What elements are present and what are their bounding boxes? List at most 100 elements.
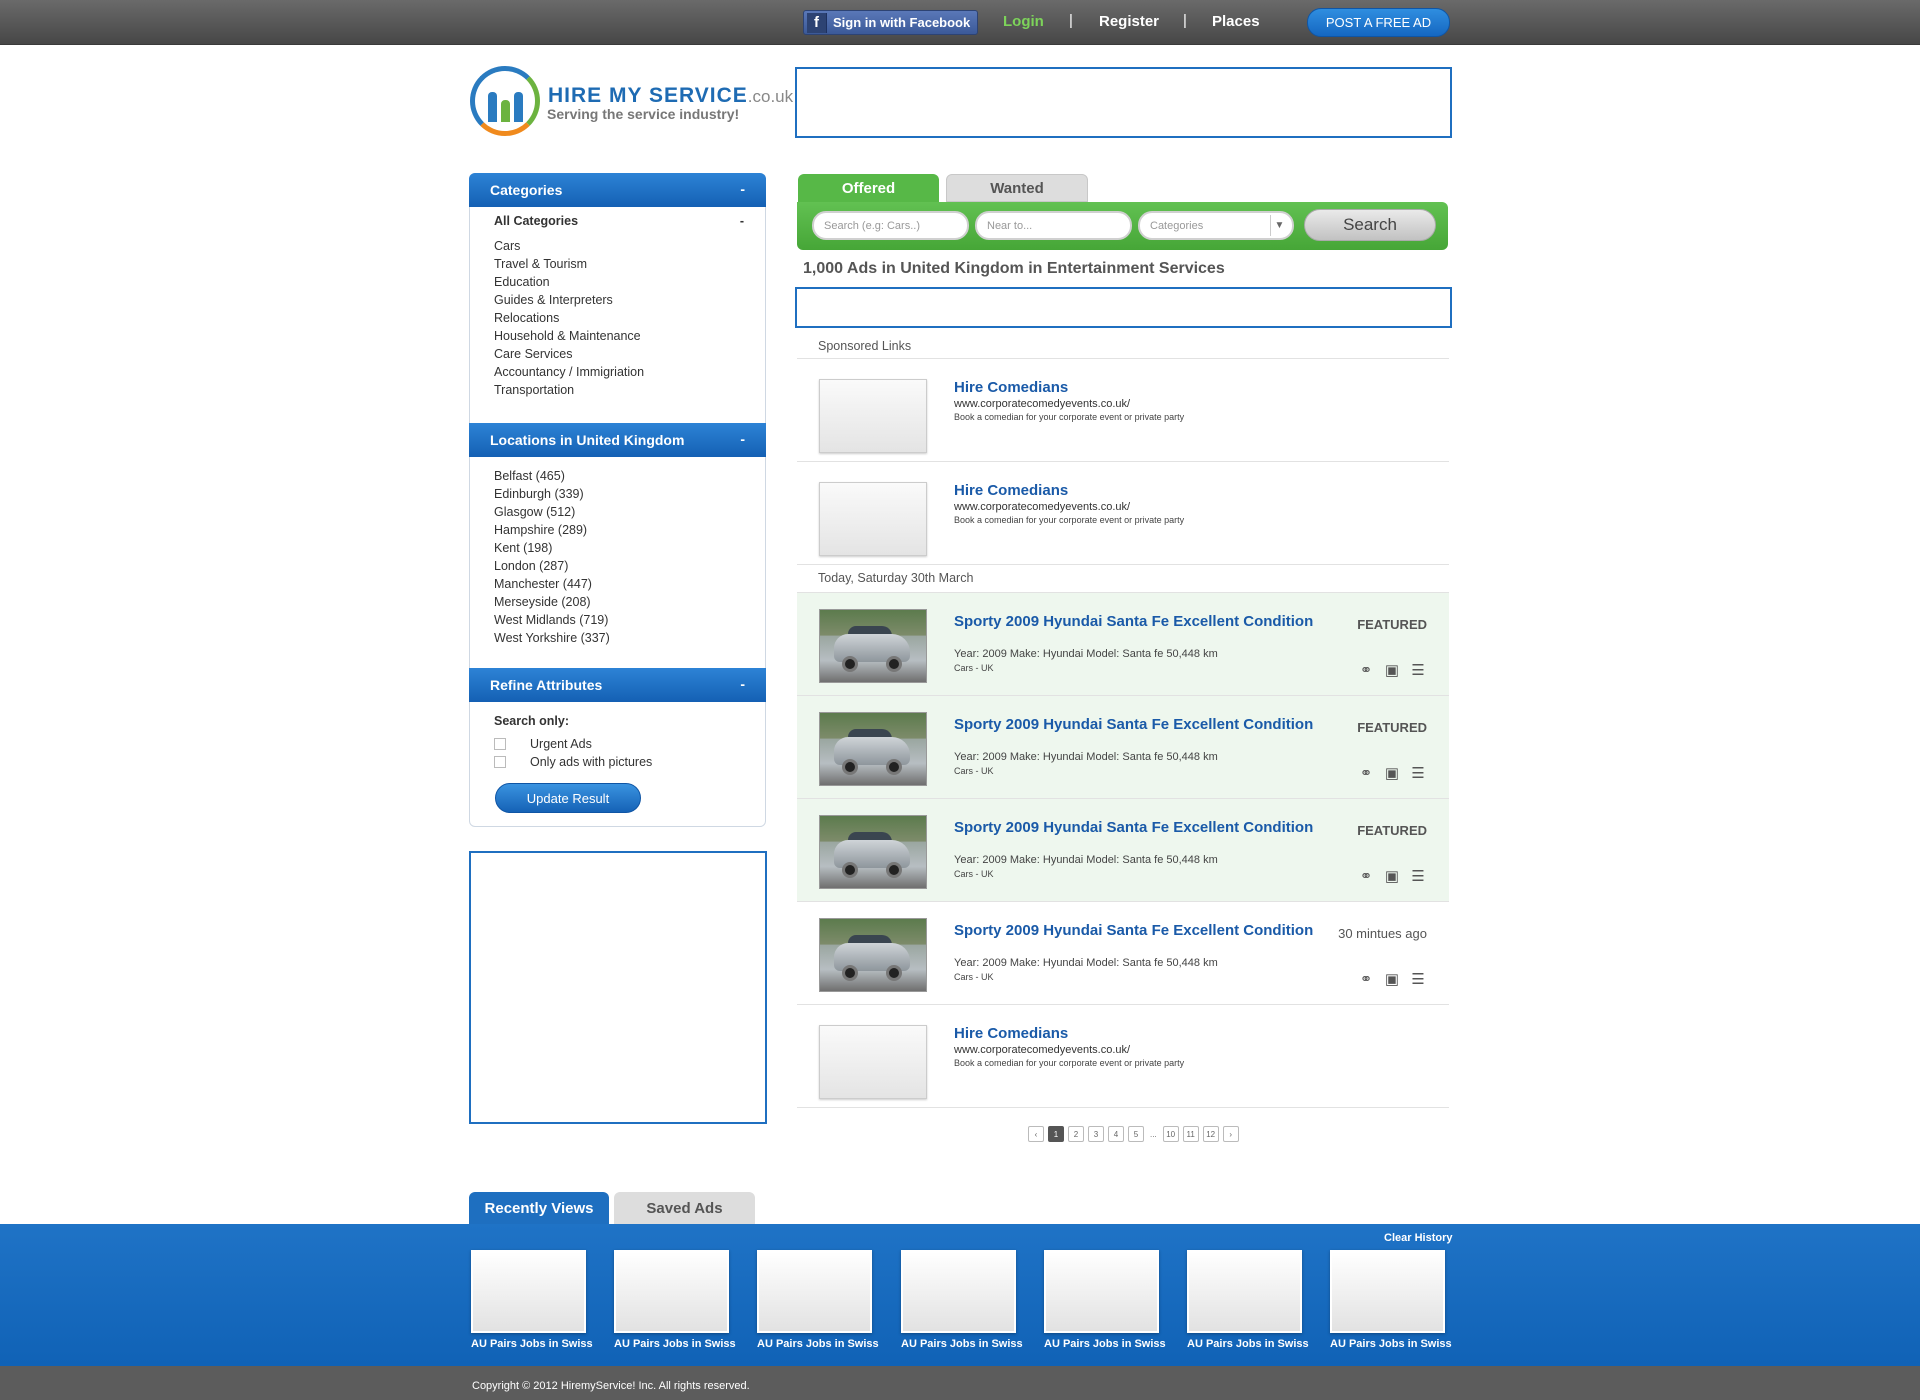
- recent-item[interactable]: AU Pairs Jobs in Swiss: [757, 1250, 879, 1350]
- recent-item-label[interactable]: AU Pairs Jobs in Swiss: [1044, 1338, 1166, 1350]
- recent-thumbnail[interactable]: [614, 1250, 729, 1333]
- login-link[interactable]: Login: [1003, 13, 1044, 30]
- save-icon[interactable]: ▣: [1383, 764, 1401, 782]
- car-thumbnail[interactable]: [819, 918, 927, 992]
- share-icon[interactable]: ⚭: [1357, 970, 1375, 988]
- recent-item-label[interactable]: AU Pairs Jobs in Swiss: [1187, 1338, 1309, 1350]
- near-to-input[interactable]: Near to...: [975, 211, 1132, 240]
- ad-thumbnail[interactable]: [819, 1025, 927, 1099]
- car-thumbnail[interactable]: [819, 712, 927, 786]
- site-logo[interactable]: HIRE MY SERVICE.co.uk Serving the servic…: [470, 66, 793, 138]
- recent-item-label[interactable]: AU Pairs Jobs in Swiss: [1330, 1338, 1452, 1350]
- location-item[interactable]: Glasgow (512): [494, 503, 610, 521]
- sponsored-url[interactable]: www.corporatecomedyevents.co.uk/: [954, 501, 1130, 513]
- collapse-icon[interactable]: -: [740, 181, 745, 197]
- location-item[interactable]: Belfast (465): [494, 467, 610, 485]
- page-button[interactable]: 3: [1088, 1126, 1104, 1142]
- tab-saved-ads[interactable]: Saved Ads: [614, 1192, 755, 1224]
- tab-offered[interactable]: Offered: [798, 174, 939, 202]
- ad-thumbnail[interactable]: [819, 379, 927, 453]
- urgent-ads-option[interactable]: Urgent Ads: [494, 737, 592, 751]
- sponsored-title-link[interactable]: Hire Comedians: [954, 482, 1068, 499]
- page-button[interactable]: 11: [1182, 1126, 1199, 1142]
- clear-history-link[interactable]: Clear History: [1384, 1232, 1452, 1244]
- share-icon[interactable]: ⚭: [1357, 661, 1375, 679]
- collapse-icon[interactable]: -: [740, 676, 745, 692]
- tab-recently-viewed[interactable]: Recently Views: [469, 1192, 609, 1224]
- sponsored-url[interactable]: www.corporatecomedyevents.co.uk/: [954, 1044, 1130, 1056]
- category-item[interactable]: Accountancy / Immigriation: [494, 363, 644, 381]
- recent-thumbnail[interactable]: [757, 1250, 872, 1333]
- ad-thumbnail[interactable]: [819, 482, 927, 556]
- document-icon[interactable]: ☰: [1409, 764, 1427, 782]
- recent-item[interactable]: AU Pairs Jobs in Swiss: [471, 1250, 593, 1350]
- location-item[interactable]: London (287): [494, 557, 610, 575]
- recent-item[interactable]: AU Pairs Jobs in Swiss: [614, 1250, 736, 1350]
- document-icon[interactable]: ☰: [1409, 970, 1427, 988]
- recent-item-label[interactable]: AU Pairs Jobs in Swiss: [614, 1338, 736, 1350]
- recent-item[interactable]: AU Pairs Jobs in Swiss: [1187, 1250, 1309, 1350]
- page-button[interactable]: 5: [1128, 1126, 1144, 1142]
- search-button[interactable]: Search: [1304, 209, 1436, 241]
- pictures-only-option[interactable]: Only ads with pictures: [494, 755, 652, 769]
- category-item[interactable]: Cars: [494, 237, 644, 255]
- location-item[interactable]: West Yorkshire (337): [494, 629, 610, 647]
- recent-item-label[interactable]: AU Pairs Jobs in Swiss: [901, 1338, 1023, 1350]
- location-item[interactable]: West Midlands (719): [494, 611, 610, 629]
- category-item[interactable]: Education: [494, 273, 644, 291]
- facebook-signin-button[interactable]: f Sign in with Facebook: [803, 10, 978, 35]
- share-icon[interactable]: ⚭: [1357, 867, 1375, 885]
- collapse-icon[interactable]: -: [740, 214, 744, 228]
- urgent-ads-checkbox[interactable]: [494, 738, 506, 750]
- recent-item[interactable]: AU Pairs Jobs in Swiss: [1330, 1250, 1452, 1350]
- location-item[interactable]: Manchester (447): [494, 575, 610, 593]
- places-link[interactable]: Places: [1212, 13, 1260, 30]
- next-page-button[interactable]: ›: [1222, 1126, 1239, 1142]
- page-button[interactable]: 1: [1048, 1126, 1064, 1142]
- sponsored-title-link[interactable]: Hire Comedians: [954, 379, 1068, 396]
- post-free-ad-button[interactable]: POST A FREE AD: [1307, 8, 1450, 37]
- sponsored-url[interactable]: www.corporatecomedyevents.co.uk/: [954, 398, 1130, 410]
- sponsored-title-link[interactable]: Hire Comedians: [954, 1025, 1068, 1042]
- recent-thumbnail[interactable]: [1187, 1250, 1302, 1333]
- listing-title-link[interactable]: Sporty 2009 Hyundai Santa Fe Excellent C…: [954, 922, 1313, 939]
- document-icon[interactable]: ☰: [1409, 867, 1427, 885]
- location-item[interactable]: Hampshire (289): [494, 521, 610, 539]
- category-item[interactable]: Travel & Tourism: [494, 255, 644, 273]
- car-thumbnail[interactable]: [819, 815, 927, 889]
- recent-thumbnail[interactable]: [1044, 1250, 1159, 1333]
- listing-title-link[interactable]: Sporty 2009 Hyundai Santa Fe Excellent C…: [954, 819, 1313, 836]
- save-icon[interactable]: ▣: [1383, 867, 1401, 885]
- location-item[interactable]: Kent (198): [494, 539, 610, 557]
- categories-header[interactable]: Categories -: [469, 173, 766, 207]
- locations-header[interactable]: Locations in United Kingdom -: [469, 423, 766, 457]
- recent-item[interactable]: AU Pairs Jobs in Swiss: [901, 1250, 1023, 1350]
- page-button[interactable]: 4: [1108, 1126, 1124, 1142]
- recent-thumbnail[interactable]: [1330, 1250, 1445, 1333]
- location-item[interactable]: Edinburgh (339): [494, 485, 610, 503]
- search-input[interactable]: Search (e.g: Cars..): [812, 211, 969, 240]
- save-icon[interactable]: ▣: [1383, 661, 1401, 679]
- pictures-only-checkbox[interactable]: [494, 756, 506, 768]
- register-link[interactable]: Register: [1099, 13, 1159, 30]
- page-button[interactable]: 10: [1162, 1126, 1179, 1142]
- listing-title-link[interactable]: Sporty 2009 Hyundai Santa Fe Excellent C…: [954, 716, 1313, 733]
- location-item[interactable]: Merseyside (208): [494, 593, 610, 611]
- page-button[interactable]: 2: [1068, 1126, 1084, 1142]
- categories-select[interactable]: Categories ▼: [1138, 211, 1294, 240]
- dropdown-arrow-icon[interactable]: ▼: [1270, 215, 1288, 236]
- category-item[interactable]: Care Services: [494, 345, 644, 363]
- page-button[interactable]: 12: [1202, 1126, 1219, 1142]
- collapse-icon[interactable]: -: [740, 431, 745, 447]
- category-item[interactable]: Household & Maintenance: [494, 327, 644, 345]
- recent-thumbnail[interactable]: [901, 1250, 1016, 1333]
- category-item[interactable]: Transportation: [494, 381, 644, 399]
- recent-item-label[interactable]: AU Pairs Jobs in Swiss: [471, 1338, 593, 1350]
- listing-title-link[interactable]: Sporty 2009 Hyundai Santa Fe Excellent C…: [954, 613, 1313, 630]
- recent-item-label[interactable]: AU Pairs Jobs in Swiss: [757, 1338, 879, 1350]
- category-item[interactable]: Guides & Interpreters: [494, 291, 644, 309]
- document-icon[interactable]: ☰: [1409, 661, 1427, 679]
- all-categories[interactable]: All Categories -: [494, 214, 744, 228]
- tab-wanted[interactable]: Wanted: [946, 174, 1088, 202]
- recent-item[interactable]: AU Pairs Jobs in Swiss: [1044, 1250, 1166, 1350]
